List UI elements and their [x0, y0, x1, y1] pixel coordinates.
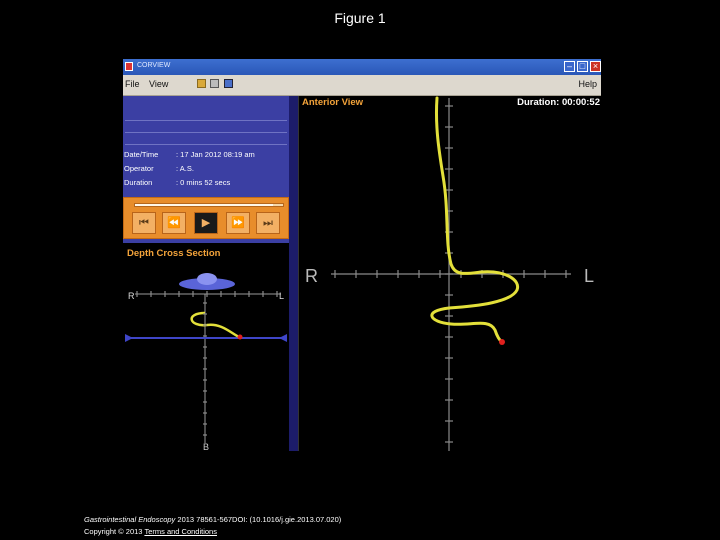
menu-view[interactable]: View	[149, 79, 168, 89]
journal-name: Gastrointestinal Endoscopy	[84, 515, 176, 524]
citation: Gastrointestinal Endoscopy 2013 78561-56…	[84, 515, 341, 524]
info-value: : A.S.	[176, 164, 194, 173]
copyright: Copyright © 2013 Terms and Conditions	[84, 527, 217, 536]
depth-cross-section-panel: Depth Cross Section R L B	[123, 243, 289, 451]
anterior-trace	[430, 96, 520, 344]
fast-forward-button[interactable]: ⏩	[226, 212, 250, 234]
depth-cross-section-view: R L B	[125, 273, 287, 451]
playback-progress	[135, 204, 273, 206]
save-icon[interactable]	[224, 79, 233, 88]
depth-plane-marker	[125, 334, 133, 342]
rewind-button[interactable]: ⏪	[162, 212, 186, 234]
rewind-icon: ⏪	[167, 217, 181, 229]
open-folder-icon[interactable]	[197, 79, 206, 88]
skip-forward-button[interactable]: ⏭	[256, 212, 280, 234]
info-row-operator: Operator : A.S.	[124, 164, 194, 173]
play-button[interactable]: ▶	[194, 212, 218, 234]
depth-plane-marker	[279, 334, 287, 342]
skip-back-icon: ⏮	[139, 217, 149, 229]
info-label: Date/Time	[124, 150, 159, 159]
menu-bar: File View Help	[123, 75, 601, 96]
anterior-label-l: L	[584, 266, 594, 286]
title-bar: CORVIEW – □ ×	[123, 59, 601, 75]
skip-forward-icon: ⏭	[263, 217, 273, 229]
info-row-duration: Duration : 0 mins 52 secs	[124, 178, 230, 187]
panel-divider	[289, 96, 298, 451]
blank-field-line	[125, 132, 287, 133]
maximize-button[interactable]: □	[577, 61, 588, 72]
anterior-label-r: R	[305, 266, 318, 286]
minimize-button[interactable]: –	[564, 61, 575, 72]
anterior-view-panel: R L Anterior View Duration: 00:00:52	[298, 96, 601, 451]
info-row-datetime: Date/Time : 17 Jan 2012 08:19 am	[124, 150, 255, 159]
play-icon: ▶	[201, 217, 211, 229]
app-icon	[125, 62, 133, 71]
print-icon[interactable]	[210, 79, 219, 88]
info-label: Duration	[124, 178, 153, 187]
fast-forward-icon: ⏩	[231, 217, 245, 229]
terms-link[interactable]: Terms and Conditions	[144, 527, 217, 536]
close-button[interactable]: ×	[590, 61, 601, 72]
citation-details: 2013 78561-567DOI: (10.1016/j.gie.2013.0…	[175, 515, 342, 524]
slide-title: Figure 1	[334, 10, 386, 26]
playback-controls: ⏮ ⏪ ▶ ⏩ ⏭	[123, 197, 289, 239]
depth-label-l: L	[279, 291, 284, 301]
info-value: : 0 mins 52 secs	[176, 178, 231, 187]
info-label: Operator	[124, 164, 154, 173]
blank-field-line	[125, 144, 287, 145]
depth-label-r: R	[128, 291, 135, 301]
application-window: CORVIEW – □ × File View Help Date/Time : …	[123, 59, 601, 451]
playback-slider[interactable]	[134, 203, 284, 207]
info-value: : 17 Jan 2012 08:19 am	[176, 150, 255, 159]
depth-label-b: B	[203, 442, 209, 451]
anterior-trace-endpoint	[499, 339, 505, 345]
skip-back-button[interactable]: ⏮	[132, 212, 156, 234]
anterior-view-canvas: R L	[305, 96, 594, 451]
anterior-view-title: Anterior View	[302, 97, 364, 108]
depth-trace-endpoint	[237, 334, 243, 340]
menu-help[interactable]: Help	[578, 79, 597, 89]
copyright-text: Copyright © 2013	[84, 527, 145, 536]
app-title: CORVIEW	[137, 62, 171, 69]
body-outline-icon	[197, 273, 217, 285]
duration-readout: Duration: 00:00:52	[517, 97, 600, 108]
depth-trace	[190, 311, 240, 339]
menu-file[interactable]: File	[125, 79, 140, 89]
blank-field-line	[125, 120, 287, 121]
